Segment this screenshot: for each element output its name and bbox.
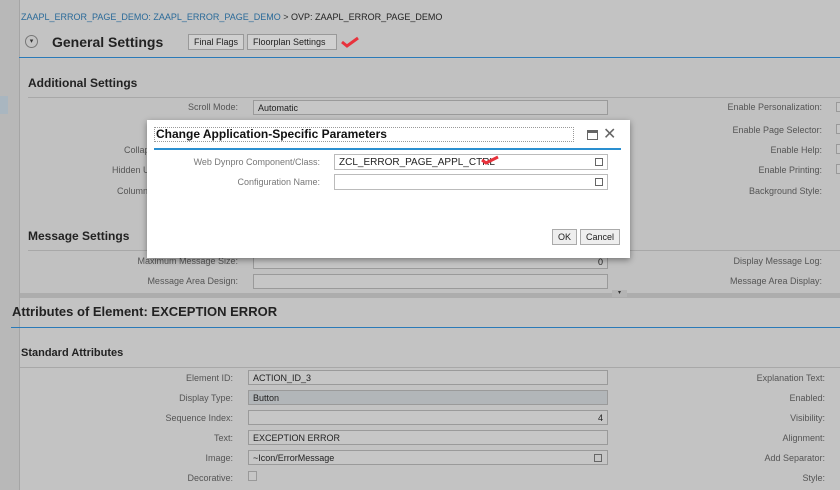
change-parameters-dialog: Change Application-Specific Parameters ✕…: [147, 120, 630, 258]
component-class-input[interactable]: ZCL_ERROR_PAGE_APPL_CTRL: [334, 154, 608, 170]
hidden-label: Hidden U: [112, 165, 150, 175]
splitter-handle[interactable]: [20, 293, 840, 298]
display-message-log-label: Display Message Log:: [733, 256, 822, 266]
breadcrumb-link[interactable]: ZAAPL_ERROR_PAGE_DEMO: ZAAPL_ERROR_PAGE_…: [21, 12, 281, 22]
sidebar-selected-item[interactable]: [0, 96, 8, 114]
add-separator-label: Add Separator:: [764, 453, 825, 463]
element-id-input[interactable]: ACTION_ID_3: [248, 370, 608, 385]
ok-button[interactable]: OK: [552, 229, 578, 245]
enable-personalization-label: Enable Personalization:: [727, 102, 822, 112]
image-input[interactable]: ~Icon/ErrorMessage: [248, 450, 608, 465]
scroll-mode-label: Scroll Mode:: [187, 102, 238, 112]
red-check-icon: [481, 155, 499, 165]
attributes-title: Attributes of Element: EXCEPTION ERROR: [12, 304, 278, 319]
enable-help-checkbox[interactable]: [836, 144, 840, 154]
collapsible-label: Collap: [124, 145, 150, 155]
enabled-label: Enabled:: [789, 393, 825, 403]
breadcrumb-current: OVP: ZAAPL_ERROR_PAGE_DEMO: [291, 12, 443, 22]
dialog-title: Change Application-Specific Parameters: [154, 127, 574, 142]
enable-help-label: Enable Help:: [770, 145, 822, 155]
enable-page-selector-label: Enable Page Selector:: [732, 125, 822, 135]
final-flags-button[interactable]: Final Flags: [188, 34, 245, 50]
message-area-design-label: Message Area Design:: [147, 276, 238, 286]
value-help-icon[interactable]: [595, 158, 603, 166]
additional-settings-heading: Additional Settings: [28, 76, 138, 90]
maximize-icon[interactable]: [587, 130, 598, 140]
value-help-icon[interactable]: [595, 178, 603, 186]
breadcrumb-separator: >: [283, 12, 289, 22]
message-area-design-select[interactable]: [253, 274, 608, 289]
enable-printing-label: Enable Printing:: [758, 165, 822, 175]
explanation-text-label: Explanation Text:: [756, 373, 825, 383]
divider: [28, 97, 840, 98]
collapse-icon[interactable]: ▾: [25, 35, 38, 48]
decorative-checkbox[interactable]: [248, 471, 257, 481]
style-label: Style:: [802, 473, 825, 483]
image-label: Image:: [205, 453, 233, 463]
enable-page-selector-checkbox[interactable]: [836, 124, 840, 134]
configuration-name-label: Configuration Name:: [237, 177, 320, 187]
alignment-label: Alignment:: [782, 433, 825, 443]
breadcrumb: ZAAPL_ERROR_PAGE_DEMO: ZAAPL_ERROR_PAGE_…: [21, 12, 442, 22]
visibility-label: Visibility:: [790, 413, 825, 423]
message-area-display-label: Message Area Display:: [729, 276, 822, 286]
enable-printing-checkbox[interactable]: [836, 164, 840, 174]
background-style-label: Background Style:: [748, 186, 822, 196]
decorative-label: Decorative:: [187, 473, 233, 483]
value-help-icon[interactable]: [594, 454, 602, 462]
enable-personalization-checkbox[interactable]: [836, 102, 840, 112]
cancel-button[interactable]: Cancel: [580, 229, 621, 245]
configuration-name-input[interactable]: [334, 174, 608, 190]
component-class-label: Web Dynpro Component/Class:: [193, 157, 320, 167]
left-sidebar: [0, 0, 20, 490]
dialog-accent-line: [154, 148, 621, 150]
sequence-index-input[interactable]: 4: [248, 410, 608, 425]
splitter-chevron-icon[interactable]: ▾: [612, 290, 627, 297]
scroll-mode-select[interactable]: Automatic: [253, 100, 608, 115]
red-check-icon: [341, 36, 359, 48]
element-id-label: Element ID:: [185, 373, 233, 383]
close-icon[interactable]: ✕: [603, 124, 616, 144]
display-type-label: Display Type:: [179, 393, 233, 403]
display-type-input: Button: [248, 390, 608, 405]
message-settings-heading: Message Settings: [28, 229, 130, 243]
divider: [20, 367, 840, 368]
standard-attributes-heading: Standard Attributes: [21, 347, 124, 359]
page-title: General Settings: [52, 34, 164, 50]
column-label: Column: [117, 186, 149, 196]
floorplan-settings-button[interactable]: Floorplan Settings: [247, 34, 337, 50]
text-input[interactable]: EXCEPTION ERROR: [248, 430, 608, 445]
header-accent-line: [19, 57, 840, 58]
text-label: Text:: [213, 433, 233, 443]
sequence-index-label: Sequence Index:: [165, 413, 233, 423]
attributes-accent-line: [11, 327, 840, 328]
